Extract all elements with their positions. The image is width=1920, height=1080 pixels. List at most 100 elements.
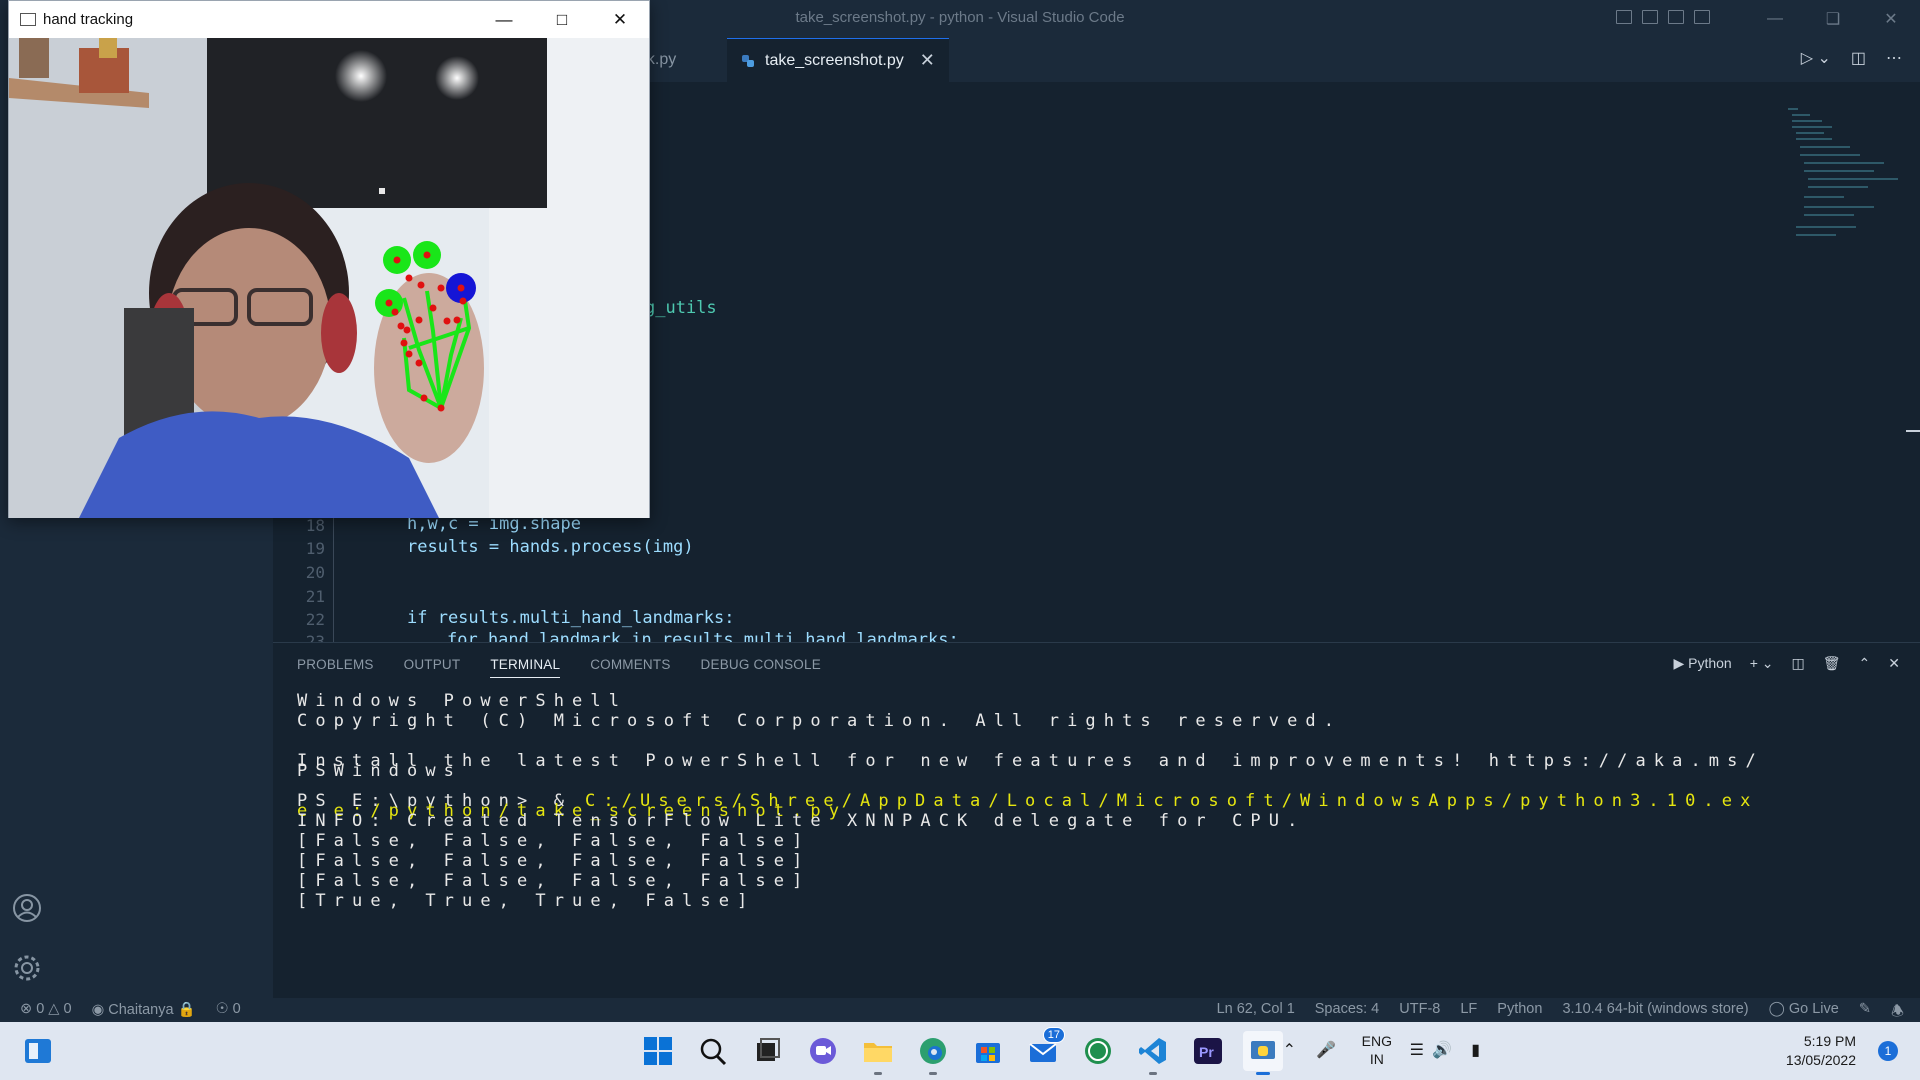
close-tab-icon[interactable]: ✕ [920,50,935,71]
widgets-icon[interactable] [18,1031,58,1071]
terminal-line: [False, False, False, False] [297,871,811,891]
close-panel-icon[interactable]: ✕ [1888,655,1900,672]
notification-badge[interactable]: 1 [1878,1041,1898,1061]
teams-chat-icon[interactable] [803,1031,843,1071]
settings-gear-icon[interactable] [0,938,54,998]
running-indicator [1256,1072,1270,1075]
running-indicator [929,1072,937,1075]
tab-problems[interactable]: PROBLEMS [297,657,374,678]
battery-icon[interactable]: ▮ [1471,1040,1480,1060]
terminal-line: Copyright (C) Microsoft Corporation. All… [297,711,1343,731]
more-actions-icon[interactable]: ⋯ [1886,48,1902,68]
vscode-icon[interactable] [1133,1031,1173,1075]
language-code: ENG [1361,1033,1392,1049]
maximize-panel-icon[interactable]: ⌃ [1859,655,1871,672]
lock-icon: 🔒 [177,1002,196,1018]
overlay-minimize-button[interactable]: — [475,1,533,38]
user-name: Chaitanya [108,1002,174,1018]
panel-tabs: PROBLEMS OUTPUT TERMINAL COMMENTS DEBUG … [297,657,821,678]
customize-layout-icon[interactable] [1694,10,1710,24]
line-number: 20 [305,563,325,582]
minimap[interactable] [1788,108,1898,258]
terminal-line: [False, False, False, False] [297,851,811,871]
code-line: results = hands.process(img) [407,537,694,557]
tab-comments[interactable]: COMMENTS [590,657,670,678]
run-python-file-icon[interactable]: ▷ ⌄ [1801,48,1831,68]
edge-browser-icon[interactable] [913,1031,953,1075]
terminal-profile[interactable]: ▶ Python [1673,655,1731,672]
account-status[interactable]: ◉ Chaitanya 🔒 [92,1001,196,1018]
hand-tracking-titlebar[interactable]: hand tracking — □ ✕ [9,1,649,38]
terminal-line: PSWindows [297,761,463,781]
minimize-button[interactable]: — [1746,0,1804,38]
bottom-panel: PROBLEMS OUTPUT TERMINAL COMMENTS DEBUG … [273,642,1920,998]
python-app-icon[interactable] [1243,1031,1283,1075]
error-icon: ⊗ [20,1001,33,1017]
toggle-panel-icon[interactable] [1642,10,1658,24]
search-icon[interactable] [693,1031,733,1071]
warning-count: 0 [63,1001,72,1017]
start-windows-icon[interactable] [638,1031,678,1071]
problems-status[interactable]: ⊗ 0 △ 0 [20,1001,72,1018]
line-number: 22 [305,610,325,629]
terminal-line: Install the latest PowerShell for new fe… [297,751,1764,771]
hand-tracking-window[interactable]: hand tracking — □ ✕ [8,0,650,518]
panel-actions: ▶ Python + ⌄ ◫ 🗑 ⌃ ✕ [1673,655,1900,672]
new-terminal-icon[interactable]: + ⌄ [1750,655,1774,672]
layout-controls [1616,10,1710,24]
overlay-maximize-button[interactable]: □ [533,1,591,38]
broadcast-icon: ◯ [1768,1001,1785,1017]
tab-label: take_screenshot.py [765,51,904,69]
tab-debug-console[interactable]: DEBUG CONSOLE [701,657,821,678]
region-code: IN [1369,1051,1384,1067]
microsoft-store-icon[interactable] [968,1031,1008,1071]
terminal-line: [False, False, False, False] [297,831,811,851]
terminal-line: [True, True, True, False] [297,891,756,911]
wifi-icon[interactable]: ☰ [1410,1040,1424,1060]
scrollbar-marker [1906,430,1920,432]
mail-badge: 17 [1042,1027,1065,1043]
terminal-line: INFO: Created TensorFlow Lite XNNPACK de… [297,811,1306,831]
split-terminal-icon[interactable]: ◫ [1792,655,1805,672]
kill-terminal-icon[interactable]: 🗑 [1823,655,1841,672]
terminal-line: Windows PowerShell [297,691,628,711]
tab-take-screenshot-py[interactable]: take_screenshot.py ✕ [727,38,949,82]
toggle-sidebar-icon[interactable] [1616,10,1632,24]
status-bar: ⊗ 0 △ 0 ◉ Chaitanya 🔒 ☉ 0 Ln 62, Col 1 S… [0,998,1920,1022]
close-button[interactable]: ✕ [1862,0,1920,38]
shell-label: Python [1688,655,1732,671]
language-indicator[interactable]: ENG IN [1362,1032,1392,1068]
tab-output[interactable]: OUTPUT [404,657,461,678]
taskbar: 17 Pr ⌃ 🎤 ENG IN ☰ 🔊 ▮ 5:19 PM 13/05/202… [0,1022,1920,1080]
live-share-icon: ◉ [91,1002,105,1018]
hand-tracking-title: hand tracking [43,11,134,28]
task-view-icon[interactable] [748,1031,788,1071]
tab-terminal[interactable]: TERMINAL [490,657,561,678]
warning-icon: △ [48,1001,60,1017]
app-window-icon [20,13,36,26]
clock[interactable]: 5:19 PM 13/05/2022 [1786,1032,1856,1070]
code-fragment: g_utils [645,298,717,318]
editor-actions: ▷ ⌄ ◫ ⋯ [1801,48,1902,68]
split-editor-icon[interactable]: ◫ [1851,48,1866,68]
overlay-window-controls: — □ ✕ [475,1,649,38]
line-number: 19 [305,539,325,558]
premiere-pro-icon[interactable]: Pr [1188,1031,1228,1071]
svg-text:Pr: Pr [1199,1044,1214,1060]
ports-status[interactable]: ☉ 0 [216,1001,241,1018]
running-indicator [874,1072,882,1075]
webcam-scene [9,38,649,518]
line-number: 23 [305,632,325,642]
radio-tower-icon: ☉ [215,1001,229,1017]
show-hidden-icons-chevron-icon[interactable]: ⌃ [1283,1040,1296,1060]
microphone-icon[interactable]: 🎤 [1316,1040,1336,1060]
mail-icon[interactable]: 17 [1023,1027,1065,1071]
accounts-icon[interactable] [0,878,54,938]
file-explorer-icon[interactable] [858,1031,898,1075]
overlay-close-button[interactable]: ✕ [591,1,649,38]
volume-icon[interactable]: 🔊 [1432,1040,1452,1060]
toggle-secondary-sidebar-icon[interactable] [1668,10,1684,24]
whatsapp-icon[interactable] [1078,1031,1118,1071]
error-count: 0 [36,1001,45,1017]
restore-button[interactable]: ❑ [1804,0,1862,38]
